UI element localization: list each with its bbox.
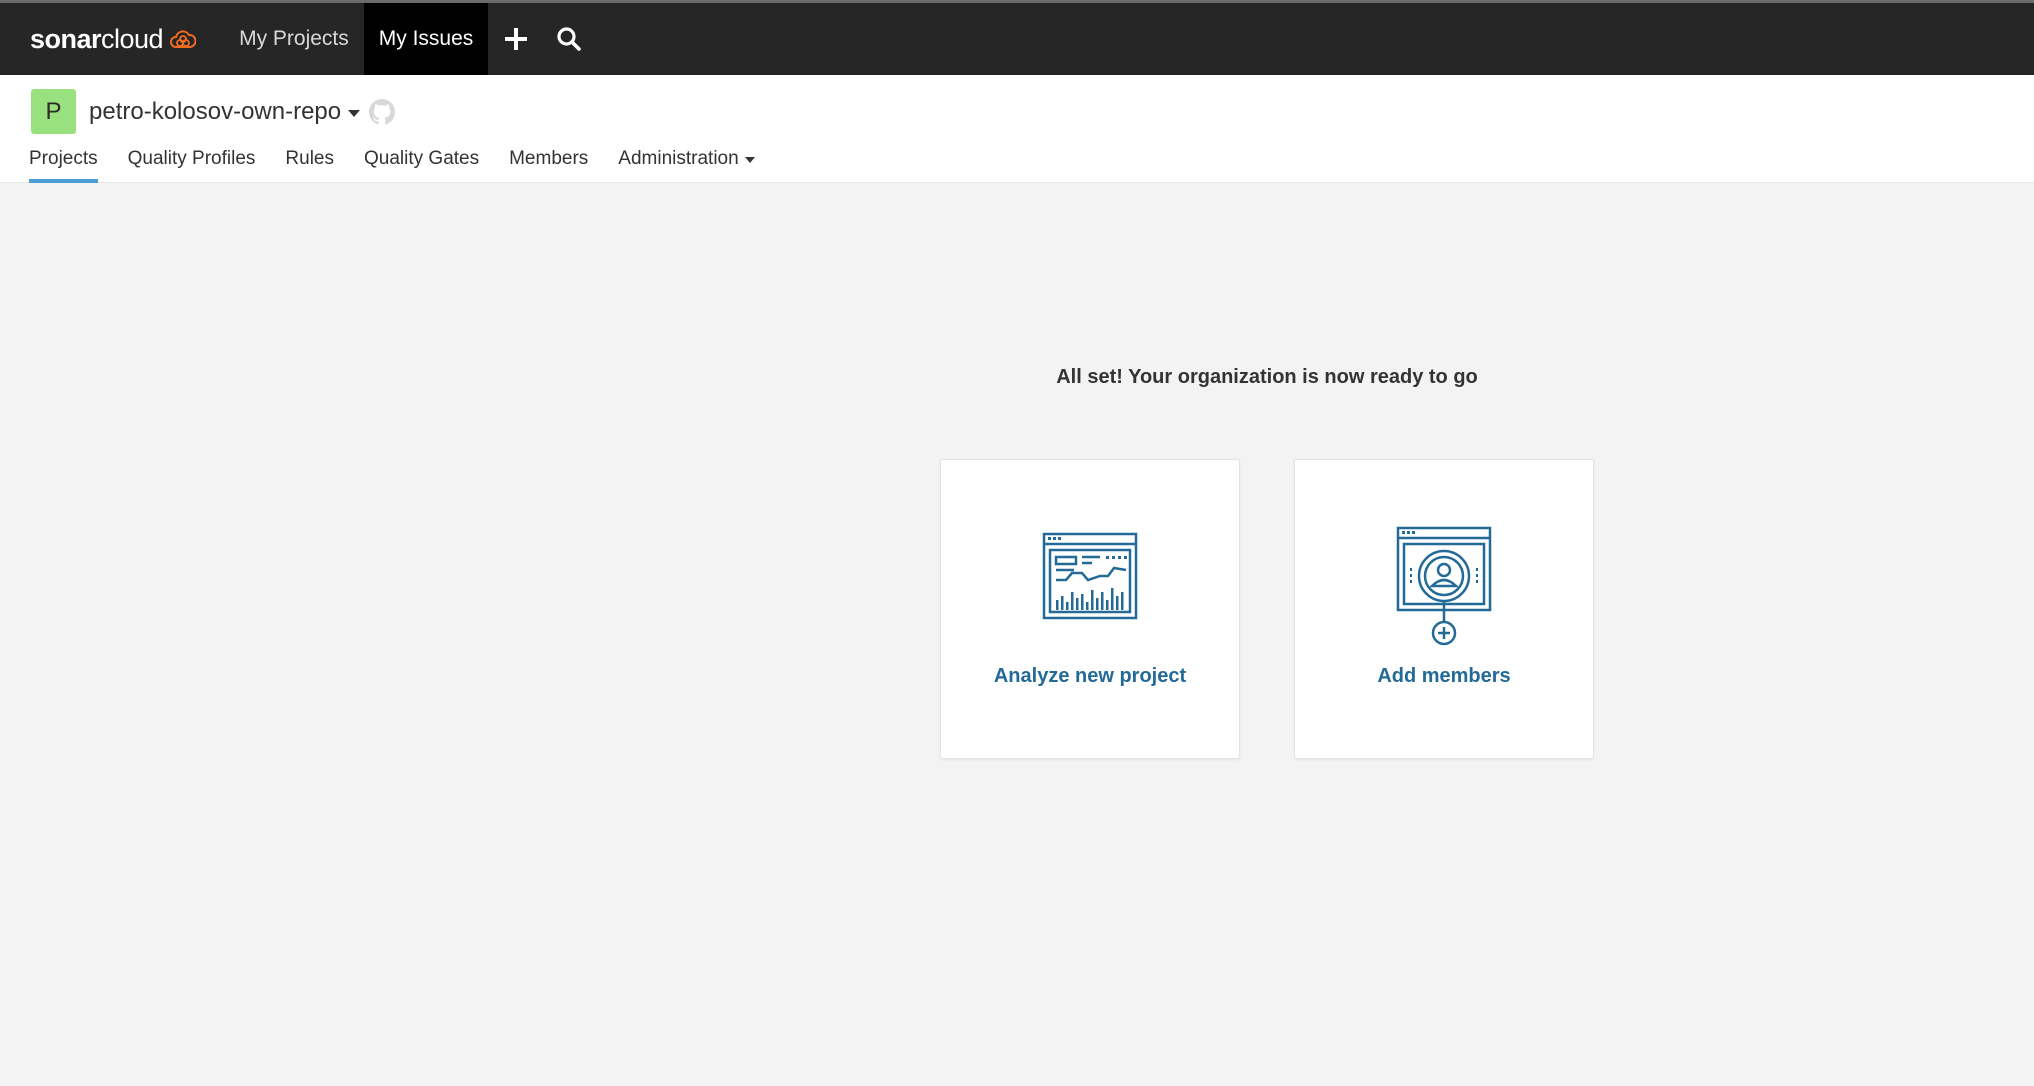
search-icon[interactable] — [544, 3, 594, 75]
nav-my-projects[interactable]: My Projects — [224, 3, 364, 75]
logo-brand-text: sonar — [30, 23, 102, 54]
cloud-logo-icon — [170, 30, 197, 48]
sonarcloud-logo[interactable]: sonar cloud — [30, 3, 197, 75]
org-tabs: Projects Quality Profiles Rules Quality … — [29, 147, 785, 183]
analyze-project-illustration-icon — [1042, 532, 1138, 620]
add-members-card[interactable]: Add members — [1294, 459, 1594, 759]
tab-rules[interactable]: Rules — [285, 147, 334, 183]
analyze-new-project-card[interactable]: Analyze new project — [940, 459, 1240, 759]
tab-quality-gates[interactable]: Quality Gates — [364, 147, 479, 183]
top-navbar: sonar cloud My Projects My Issues — [0, 0, 2034, 75]
org-switcher[interactable]: petro-kolosov-own-repo — [89, 95, 361, 129]
nav-my-issues[interactable]: My Issues — [363, 3, 489, 75]
onboarding-headline: All set! Your organization is now ready … — [1056, 366, 1478, 388]
tab-projects[interactable]: Projects — [29, 147, 98, 183]
chevron-down-icon — [744, 157, 755, 163]
tab-quality-profiles[interactable]: Quality Profiles — [128, 147, 256, 183]
logo-product-text: cloud — [101, 23, 164, 54]
analyze-new-project-label: Analyze new project — [993, 665, 1187, 687]
github-icon[interactable] — [369, 99, 395, 125]
chevron-down-icon — [348, 109, 361, 117]
add-members-label: Add members — [1377, 665, 1511, 687]
tab-administration-label: Administration — [618, 148, 739, 169]
org-name: petro-kolosov-own-repo — [89, 98, 342, 125]
org-avatar: P — [31, 89, 76, 134]
organization-header: P petro-kolosov-own-repo Projects Qualit… — [0, 75, 2034, 183]
add-members-illustration-icon — [1396, 526, 1492, 646]
tab-administration[interactable]: Administration — [618, 147, 755, 183]
tab-members[interactable]: Members — [509, 147, 588, 183]
plus-icon[interactable] — [488, 3, 544, 75]
